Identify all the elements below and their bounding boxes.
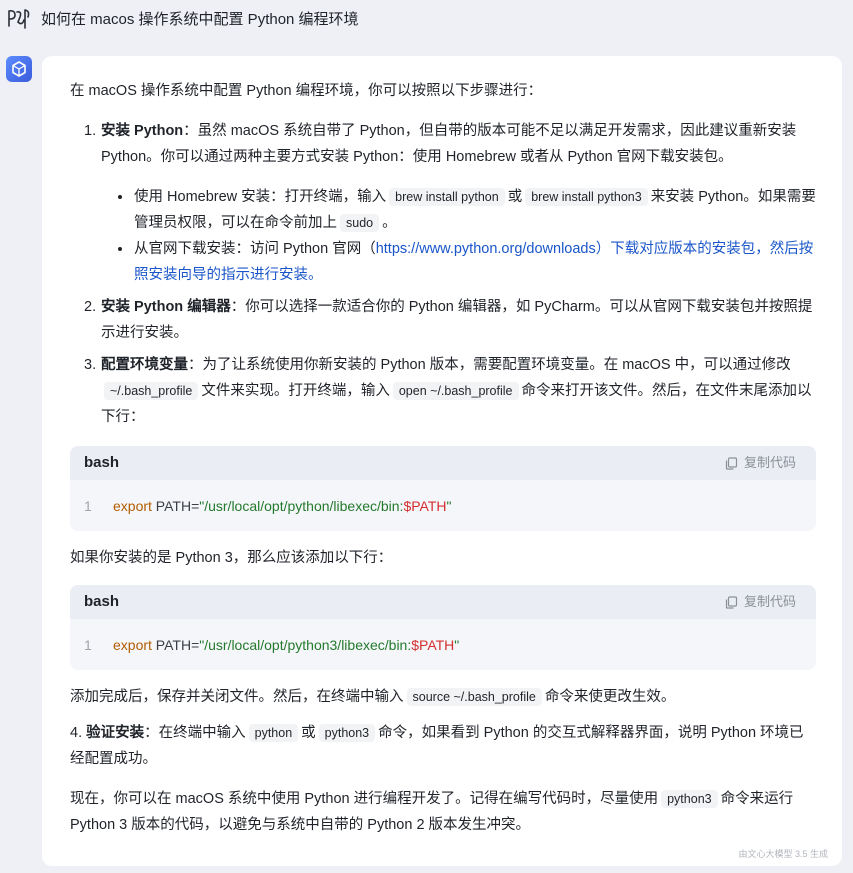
code-line: 1 export PATH= "/usr/local/opt/python/lib…	[70, 480, 816, 531]
step-1-bullets: 使用 Homebrew 安装：打开终端，输入 brew install pytho…	[70, 184, 816, 288]
bullet-dot	[118, 195, 122, 199]
bullet-text: 。	[382, 215, 397, 231]
code-string: "/usr/local/opt/python3/libexec/bin:	[199, 636, 412, 653]
step-1-number: 1.	[84, 123, 97, 139]
line-number: 1	[84, 497, 92, 514]
code-block-python3: bash 复制代码 1 export PATH= "/usr/local/opt/…	[70, 585, 816, 670]
code-keyword: export	[113, 497, 152, 514]
inline-code: ~/.bash_profile	[104, 382, 199, 400]
after-add-text-a: 添加完成后，保存并关闭文件。然后，在终端中输入	[70, 689, 404, 705]
step-3-text: ：为了让系统使用你新安装的 Python 版本，需要配置环境变量。在 macOS…	[188, 357, 791, 373]
line-number: 1	[84, 636, 92, 653]
model-attribution: 由文心大模型 3.5 生成	[738, 849, 828, 859]
intro-text: 在 macOS 操作系统中配置 Python 编程环境，你可以按照以下步骤进行：	[70, 83, 543, 99]
step-4-number: 4.	[70, 725, 83, 741]
after-add-text: 添加完成后，保存并关闭文件。然后，在终端中输入 source ~/.bash_pr…	[70, 684, 816, 710]
code-var-name: PATH=	[151, 636, 200, 653]
step-4-title: 验证安装	[86, 725, 145, 741]
code-block-header: bash 复制代码	[70, 446, 816, 480]
bot-avatar	[6, 56, 32, 82]
cube-logo-icon	[12, 61, 26, 77]
copy-code-button[interactable]: 复制代码	[725, 589, 796, 615]
bullet-homebrew: 使用 Homebrew 安装：打开终端，输入 brew install pytho…	[70, 184, 816, 236]
inline-code: python3	[318, 724, 376, 742]
bullet-official-site: 从官网下载安装：访问 Python 官网（https://www.python.…	[70, 236, 816, 288]
bullet-dot	[118, 247, 122, 251]
step-3-title: 配置环境变量	[101, 357, 188, 373]
inline-code: open ~/.bash_profile	[392, 382, 519, 400]
copy-code-button[interactable]: 复制代码	[725, 450, 796, 476]
user-avatar	[6, 6, 32, 32]
code-string: "/usr/local/opt/python/libexec/bin:	[199, 497, 404, 514]
step-2-title: 安装 Python 编辑器	[101, 299, 231, 315]
copy-icon	[725, 456, 738, 470]
step-1-title: 安装 Python	[101, 123, 184, 139]
code-block-python: bash 复制代码 1 export PATH= "/usr/local/opt/…	[70, 446, 816, 531]
step-2-number: 2.	[84, 299, 97, 315]
copy-icon	[725, 595, 738, 609]
handwritten-logo-icon	[8, 9, 30, 29]
step-1: 1. 安装 Python：虽然 macOS 系统自带了 Python，但自带的版…	[70, 118, 816, 170]
step-4: 4. 验证安装：在终端中输入 python 或 python3 命令，如果看到 Pyth…	[70, 720, 816, 772]
inline-code: sudo	[340, 214, 380, 232]
conclusion-text: 现在，你可以在 macOS 系统中使用 Python 进行编程开发了。记得在编写…	[70, 786, 816, 838]
user-question: 如何在 macos 操作系统中配置 Python 编程环境	[41, 11, 359, 28]
step-3-number: 3.	[84, 357, 97, 373]
code-variable: $PATH	[411, 636, 455, 653]
step-4-text: 或	[301, 725, 316, 741]
bullet-text: 或	[507, 189, 523, 205]
inline-code: brew install python3	[525, 188, 648, 206]
conclusion-text-a: 现在，你可以在 macOS 系统中使用 Python 进行编程开发了。记得在编写…	[70, 791, 659, 807]
step-3: 3. 配置环境变量：为了让系统使用你新安装的 Python 版本，需要配置环境变…	[70, 352, 816, 430]
code-language: bash	[84, 454, 120, 471]
inline-code: source ~/.bash_profile	[406, 688, 542, 706]
conversation-header: 如何在 macos 操作系统中配置 Python 编程环境	[0, 0, 853, 40]
code-string-end: "	[454, 636, 460, 653]
bullet-text: 从官网下载安装：访问 Python 官网（	[134, 241, 376, 257]
code-var-name: PATH=	[151, 497, 200, 514]
answer-content: 在 macOS 操作系统中配置 Python 编程环境，你可以按照以下步骤进行：…	[70, 78, 816, 838]
code-line: 1 export PATH= "/usr/local/opt/python3/li…	[70, 619, 816, 670]
inline-code: brew install python	[389, 188, 505, 206]
code-language: bash	[84, 593, 120, 610]
step-4-text: ：在终端中输入	[144, 725, 246, 741]
inline-code: python3	[661, 790, 718, 808]
answer-card: 在 macOS 操作系统中配置 Python 编程环境，你可以按照以下步骤进行：…	[42, 56, 842, 866]
copy-code-label: 复制代码	[743, 455, 796, 470]
bullet-text: 使用 Homebrew 安装：打开终端，输入	[134, 189, 387, 205]
step-3-text: 文件来实现。打开终端，输入	[201, 383, 390, 399]
python3-note: 如果你安装的是 Python 3，那么应该添加以下行：	[70, 550, 393, 566]
step-1-text: ：虽然 macOS 系统自带了 Python，但自带的版本可能不足以满足开发需求…	[101, 123, 797, 165]
code-string-end: "	[446, 497, 452, 514]
code-variable: $PATH	[403, 497, 447, 514]
inline-code: python	[248, 724, 299, 742]
copy-code-label: 复制代码	[743, 594, 796, 609]
code-block-header: bash 复制代码	[70, 585, 816, 619]
code-keyword: export	[113, 636, 152, 653]
after-add-text-b: 命令来使更改生效。	[544, 689, 676, 705]
step-2: 2. 安装 Python 编辑器：你可以选择一款适合你的 Python 编辑器，…	[70, 294, 816, 346]
